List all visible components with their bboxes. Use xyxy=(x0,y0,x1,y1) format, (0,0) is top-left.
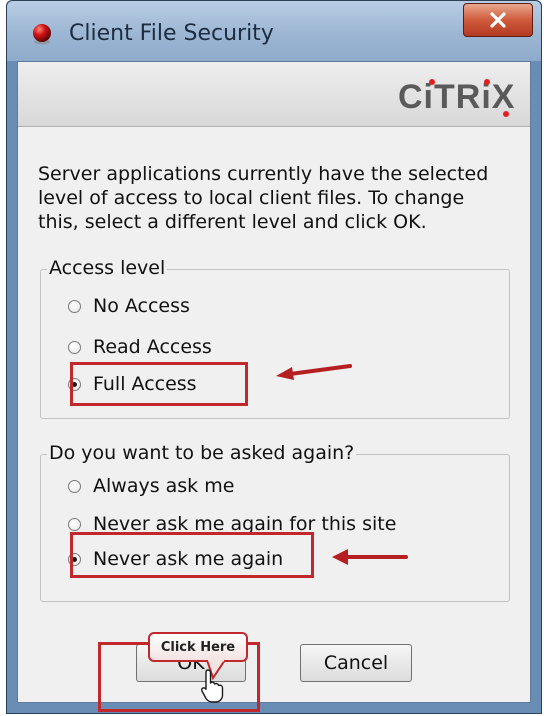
cancel-button[interactable]: Cancel xyxy=(300,644,412,682)
radio-label: No Access xyxy=(93,295,190,317)
citrix-banner: CiTRiX xyxy=(18,62,530,127)
radio-read-access[interactable]: Read Access xyxy=(68,333,212,361)
never-ask-highlight-box xyxy=(70,532,314,578)
access-level-legend: Access level xyxy=(47,257,168,279)
close-icon xyxy=(490,12,506,28)
radio-label: Read Access xyxy=(93,336,212,358)
radio-button[interactable] xyxy=(68,299,81,313)
close-button[interactable] xyxy=(463,3,533,37)
description-text: Server applications currently have the s… xyxy=(38,163,489,233)
client-file-security-dialog: Client File Security CiTRiX Server appli… xyxy=(6,0,542,714)
title-bar[interactable]: Client File Security xyxy=(7,1,541,61)
citrix-logo: CiTRiX xyxy=(398,78,515,117)
radio-button[interactable] xyxy=(68,517,81,531)
red-sphere-icon xyxy=(33,24,51,45)
red-arrow-icon xyxy=(332,549,408,565)
click-here-callout: Click Here xyxy=(148,632,248,662)
radio-button[interactable] xyxy=(68,340,81,354)
hand-pointer-icon xyxy=(200,669,224,703)
window-title: Client File Security xyxy=(69,21,274,46)
radio-no-access[interactable]: No Access xyxy=(68,292,190,320)
ask-again-legend: Do you want to be asked again? xyxy=(47,442,357,464)
red-arrow-icon xyxy=(276,364,352,380)
svg-text:CiTRiX: CiTRiX xyxy=(398,78,515,116)
radio-always-ask[interactable]: Always ask me xyxy=(68,472,234,500)
full-access-highlight-box xyxy=(70,362,248,406)
radio-label: Always ask me xyxy=(93,475,235,497)
radio-button[interactable] xyxy=(68,479,81,493)
